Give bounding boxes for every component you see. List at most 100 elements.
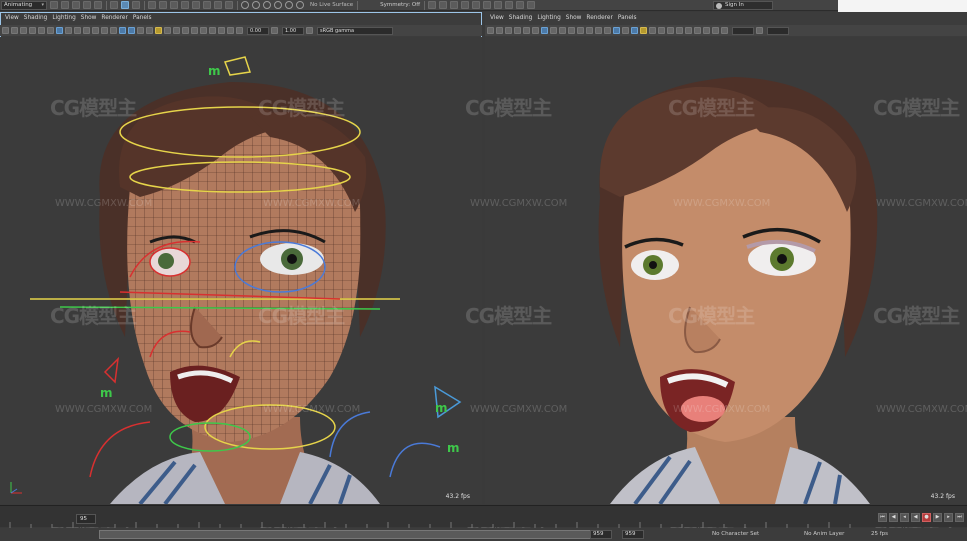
film-gate-icon[interactable]	[65, 27, 72, 34]
symmetry-setting[interactable]: Symmetry: Off	[380, 2, 420, 8]
live-surface-label[interactable]: No Live Surface	[310, 2, 353, 8]
open-scene-icon[interactable]	[61, 1, 69, 9]
select-camera-icon[interactable]	[487, 27, 494, 34]
image-plane-icon[interactable]	[29, 27, 36, 34]
textured-icon[interactable]	[146, 27, 153, 34]
select-by-deformer-icon[interactable]	[192, 1, 200, 9]
select-by-dynamics-icon[interactable]	[203, 1, 211, 9]
menu-view[interactable]: View	[5, 15, 19, 21]
camera-attributes-icon[interactable]	[496, 27, 503, 34]
bookmark-icon[interactable]	[505, 27, 512, 34]
default-material-icon[interactable]	[622, 27, 629, 34]
wireframe-icon[interactable]	[604, 27, 611, 34]
safe-title-icon[interactable]	[595, 27, 602, 34]
viewport-3d-shaded[interactable]: 43.2 fps	[485, 37, 967, 504]
safe-title-icon[interactable]	[110, 27, 117, 34]
bookmark-icon[interactable]	[20, 27, 27, 34]
light-editor-icon[interactable]	[494, 1, 503, 9]
xray-icon[interactable]	[703, 27, 710, 34]
step-forward-frame-icon[interactable]: ▸	[944, 513, 953, 522]
snap-to-grid-icon[interactable]	[241, 1, 249, 9]
menu-show[interactable]: Show	[81, 15, 97, 21]
2d-pan-zoom-icon[interactable]	[38, 27, 45, 34]
viewport-panel-left[interactable]: View Shading Lighting Show Renderer Pane…	[0, 12, 482, 504]
smooth-shade-icon[interactable]	[128, 27, 135, 34]
select-by-joint-icon[interactable]	[159, 1, 167, 9]
menu-shading[interactable]: Shading	[24, 15, 48, 21]
select-by-misc-icon[interactable]	[225, 1, 233, 9]
current-frame-marker[interactable]: 95	[76, 514, 96, 524]
grease-pencil-icon[interactable]	[47, 27, 54, 34]
wireframe-icon[interactable]	[119, 27, 126, 34]
select-by-render-icon[interactable]	[214, 1, 222, 9]
motion-blur-icon[interactable]	[182, 27, 189, 34]
render-settings-icon[interactable]	[461, 1, 470, 9]
shadows-icon[interactable]	[164, 27, 171, 34]
menu-show[interactable]: Show	[566, 15, 582, 21]
camera-attributes-icon[interactable]	[11, 27, 18, 34]
gamma-icon[interactable]	[756, 27, 763, 34]
use-lights-icon[interactable]	[640, 27, 647, 34]
snap-to-curve-icon[interactable]	[252, 1, 260, 9]
menu-view[interactable]: View	[490, 15, 504, 21]
fps-dropdown[interactable]: 25 fps	[871, 530, 888, 539]
viewport-3d-wireframe[interactable]: m m m m 43.2 fps	[0, 37, 482, 504]
gate-mask-icon[interactable]	[568, 27, 575, 34]
field-chart-icon[interactable]	[92, 27, 99, 34]
grid-icon[interactable]	[541, 27, 548, 34]
play-forwards-icon[interactable]: ▶	[933, 513, 942, 522]
gate-mask-icon[interactable]	[83, 27, 90, 34]
menu-lighting[interactable]: Lighting	[537, 15, 560, 21]
select-object-icon[interactable]	[121, 1, 129, 9]
smooth-shade-icon[interactable]	[613, 27, 620, 34]
gamma-field[interactable]: 1.00	[282, 26, 304, 35]
anim-layer-dropdown[interactable]: No Anim Layer	[804, 530, 844, 539]
grease-pencil-icon[interactable]	[532, 27, 539, 34]
menu-renderer[interactable]: Renderer	[101, 15, 127, 21]
gamma-field[interactable]	[767, 26, 789, 35]
menu-panels[interactable]: Panels	[618, 15, 637, 21]
hypershade-icon[interactable]	[472, 1, 481, 9]
arnold-ipr-icon[interactable]	[516, 1, 525, 9]
xray-icon[interactable]	[218, 27, 225, 34]
time-slider[interactable]: 95 ⏮ ◀ ◂ ◀ ● ▶ ▸ ⏭	[0, 505, 967, 528]
range-slider-bar[interactable]	[99, 530, 605, 539]
ipr-render-icon[interactable]	[450, 1, 459, 9]
animation-end-field[interactable]: 959	[622, 530, 644, 539]
save-scene-icon[interactable]	[72, 1, 80, 9]
default-material-icon[interactable]	[137, 27, 144, 34]
resolution-gate-icon[interactable]	[559, 27, 566, 34]
safe-action-icon[interactable]	[586, 27, 593, 34]
select-by-curve-icon[interactable]	[170, 1, 178, 9]
exposure-field[interactable]	[732, 26, 754, 35]
exposure-icon[interactable]	[236, 27, 243, 34]
anti-aliasing-icon[interactable]	[676, 27, 683, 34]
go-to-end-icon[interactable]: ⏭	[955, 513, 964, 522]
viewport-panel-right[interactable]: View Shading Lighting Show Renderer Pane…	[485, 12, 967, 504]
view-transform-dropdown[interactable]: sRGB gamma	[317, 26, 393, 35]
anti-aliasing-icon[interactable]	[191, 27, 198, 34]
safe-action-icon[interactable]	[101, 27, 108, 34]
step-back-key-icon[interactable]: ◀	[889, 513, 898, 522]
film-gate-icon[interactable]	[550, 27, 557, 34]
step-back-frame-icon[interactable]: ◂	[900, 513, 909, 522]
select-hierarchy-icon[interactable]	[110, 1, 118, 9]
motion-blur-icon[interactable]	[667, 27, 674, 34]
new-scene-icon[interactable]	[50, 1, 58, 9]
use-lights-icon[interactable]	[155, 27, 162, 34]
xray-joints-icon[interactable]	[712, 27, 719, 34]
ambient-occlusion-icon[interactable]	[173, 27, 180, 34]
textured-icon[interactable]	[631, 27, 638, 34]
color-management-icon[interactable]	[306, 27, 313, 34]
snap-together-icon[interactable]	[296, 1, 304, 9]
redo-icon[interactable]	[94, 1, 102, 9]
snap-to-view-plane-icon[interactable]	[274, 1, 282, 9]
resolution-gate-icon[interactable]	[74, 27, 81, 34]
gamma-icon[interactable]	[271, 27, 278, 34]
select-by-surface-icon[interactable]	[181, 1, 189, 9]
snap-to-point-icon[interactable]	[263, 1, 271, 9]
exposure-icon[interactable]	[721, 27, 728, 34]
ambient-occlusion-icon[interactable]	[658, 27, 665, 34]
depth-of-field-icon[interactable]	[685, 27, 692, 34]
select-by-handle-icon[interactable]	[148, 1, 156, 9]
